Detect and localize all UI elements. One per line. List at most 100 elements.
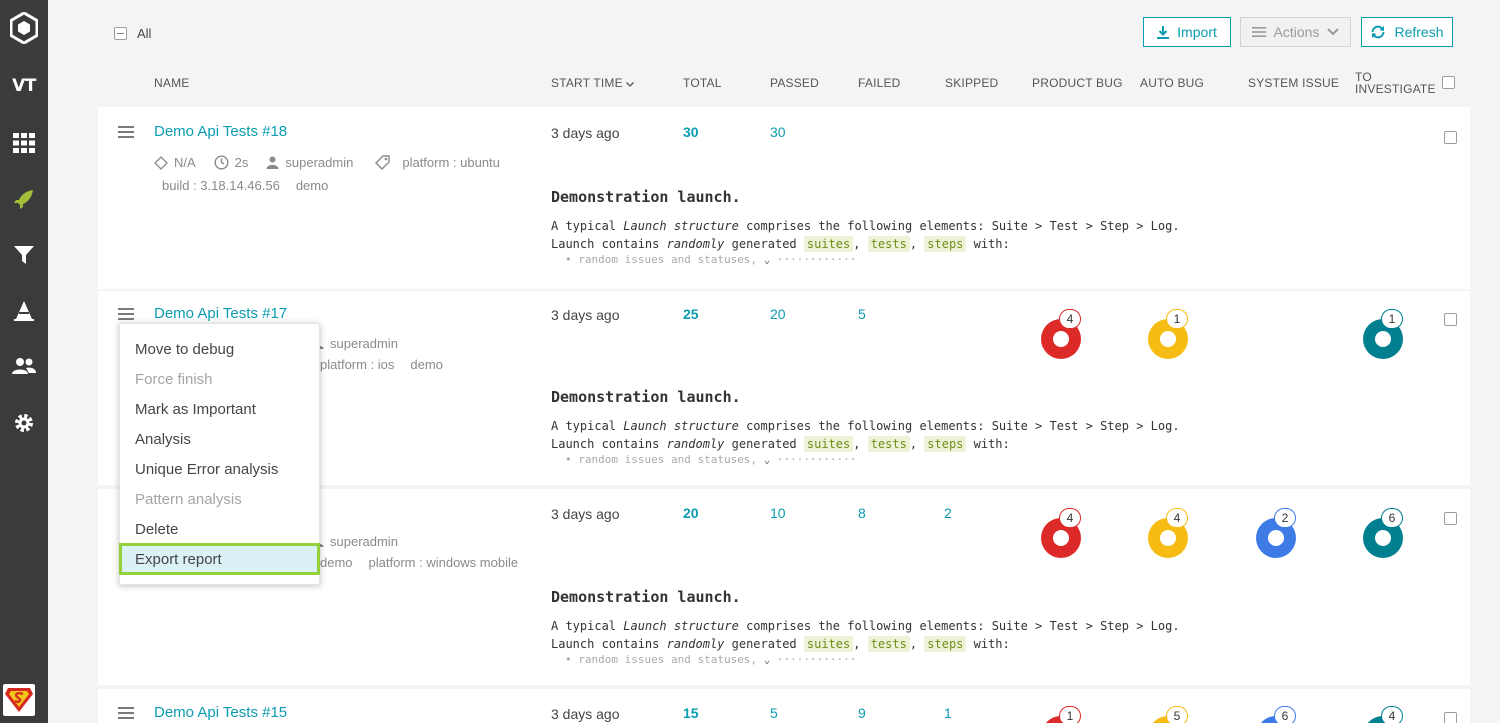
- launch-failed[interactable]: 8: [858, 505, 866, 521]
- to-investigate-chart[interactable]: 4: [1363, 706, 1403, 723]
- auto-bug-chart[interactable]: 4: [1148, 508, 1188, 558]
- to-investigate-chart[interactable]: 6: [1363, 508, 1403, 558]
- launch-checkbox[interactable]: [1444, 131, 1457, 144]
- select-all-checkbox[interactable]: [114, 27, 127, 40]
- system-issue-chart[interactable]: 6: [1256, 706, 1296, 723]
- project-badge[interactable]: VT: [0, 60, 48, 112]
- column-auto-bug[interactable]: AUTO BUG: [1140, 76, 1204, 90]
- launch-failed[interactable]: 5: [858, 306, 866, 322]
- menu-item-unique-error-analysis[interactable]: Unique Error analysis: [120, 454, 319, 484]
- to-investigate-chart[interactable]: 1: [1363, 309, 1403, 359]
- debug-icon[interactable]: [0, 285, 48, 337]
- launch-attributes-line2: build : 3.18.14.46.56 demo: [162, 178, 328, 193]
- launch-menu-icon[interactable]: [118, 308, 134, 320]
- column-product-bug[interactable]: PRODUCT BUG: [1032, 76, 1123, 90]
- menu-item-mark-important[interactable]: Mark as Important: [120, 394, 319, 424]
- table-header: NAME START TIME TOTAL PASSED FAILED SKIP…: [98, 62, 1470, 104]
- column-passed[interactable]: PASSED: [770, 76, 819, 90]
- launch-failed[interactable]: 9: [858, 705, 866, 721]
- sort-down-icon: [626, 82, 635, 87]
- product-bug-chart[interactable]: 1: [1041, 706, 1081, 723]
- launch-passed[interactable]: 5: [770, 705, 778, 721]
- product-bug-chart[interactable]: 4: [1041, 309, 1081, 359]
- launch-attribute-build[interactable]: build : 3.18.14.46.56: [162, 178, 280, 193]
- launch-start-time: 3 days ago: [551, 706, 620, 722]
- menu-item-delete[interactable]: Delete: [120, 514, 319, 544]
- menu-item-export-report[interactable]: Export report: [119, 543, 320, 575]
- refresh-label: Refresh: [1394, 24, 1444, 40]
- header-checkbox[interactable]: [1442, 76, 1455, 89]
- description-line: Launch contains randomly generated suite…: [551, 636, 1010, 652]
- members-icon[interactable]: [0, 340, 48, 392]
- column-to-investigate[interactable]: TO INVESTIGATE: [1355, 71, 1436, 95]
- actions-dropdown[interactable]: Actions: [1240, 17, 1351, 47]
- logo-icon[interactable]: [0, 2, 48, 54]
- launch-skipped[interactable]: 1: [944, 705, 952, 721]
- launch-attribute-demo[interactable]: demo: [410, 357, 443, 372]
- menu-item-analysis[interactable]: Analysis: [120, 424, 319, 454]
- description-line: Launch contains randomly generated suite…: [551, 236, 1010, 252]
- product-bug-chart[interactable]: 4: [1041, 508, 1081, 558]
- launch-row: Demo Api Tests #18 N/A 2s superadmin pla…: [98, 107, 1470, 289]
- user-avatar[interactable]: [3, 684, 35, 716]
- column-failed[interactable]: FAILED: [858, 76, 901, 90]
- launch-total[interactable]: 15: [683, 705, 699, 721]
- launch-start-time: 3 days ago: [551, 125, 620, 141]
- launch-skipped[interactable]: 2: [944, 505, 952, 521]
- launch-checkbox[interactable]: [1444, 712, 1457, 723]
- description-more[interactable]: • random issues and statuses, ⌄ ········…: [565, 653, 1180, 666]
- description-more[interactable]: • random issues and statuses, ⌄ ········…: [565, 253, 1180, 266]
- launch-menu-icon[interactable]: [118, 126, 134, 138]
- launch-name[interactable]: Demo Api Tests #17: [154, 305, 287, 322]
- launch-owner[interactable]: superadmin: [285, 155, 353, 170]
- launch-name[interactable]: Demo Api Tests #15: [154, 704, 287, 721]
- launch-total[interactable]: 30: [683, 124, 699, 140]
- description-more[interactable]: • random issues and statuses, ⌄ ········…: [565, 453, 1180, 466]
- launch-total[interactable]: 25: [683, 306, 699, 322]
- launch-start-time: 3 days ago: [551, 307, 620, 323]
- launch-name[interactable]: Demo Api Tests #18: [154, 123, 287, 140]
- select-all[interactable]: All: [114, 26, 151, 41]
- launch-passed[interactable]: 30: [770, 124, 786, 140]
- launch-owner[interactable]: superadmin: [330, 336, 398, 351]
- column-name[interactable]: NAME: [154, 76, 189, 90]
- launch-duration: 2s: [234, 155, 249, 170]
- launch-attribute[interactable]: platform : windows mobile: [369, 555, 519, 570]
- product-bug-count: 1: [1059, 706, 1081, 723]
- column-start-time[interactable]: START TIME: [551, 76, 635, 90]
- column-total[interactable]: TOTAL: [683, 76, 722, 90]
- launch-owner[interactable]: superadmin: [330, 534, 398, 549]
- sidebar: VT: [0, 0, 48, 723]
- launch-attribute-demo[interactable]: demo: [320, 555, 353, 570]
- column-skipped[interactable]: SKIPPED: [945, 76, 998, 90]
- launch-checkbox[interactable]: [1444, 313, 1457, 326]
- refresh-icon: [1371, 25, 1385, 39]
- launch-attribute[interactable]: platform : ubuntu: [402, 155, 500, 170]
- launch-passed[interactable]: 20: [770, 306, 786, 322]
- launch-attribute[interactable]: platform : ios: [320, 357, 394, 372]
- system-issue-chart[interactable]: 2: [1256, 508, 1296, 558]
- launch-attribute-demo[interactable]: demo: [296, 178, 329, 193]
- select-all-label: All: [137, 26, 152, 41]
- dashboard-icon[interactable]: [0, 117, 48, 169]
- launch-mode: N/A: [174, 155, 196, 170]
- column-system-issue[interactable]: SYSTEM ISSUE: [1248, 76, 1339, 90]
- launch-total[interactable]: 20: [683, 505, 699, 521]
- launch-menu-icon[interactable]: [118, 707, 134, 719]
- menu-lines-icon: [1251, 27, 1266, 37]
- user-icon: [266, 156, 279, 169]
- launch-checkbox[interactable]: [1444, 512, 1457, 525]
- filters-icon[interactable]: [0, 229, 48, 281]
- menu-item-force-finish: Force finish: [135, 370, 213, 388]
- launches-icon[interactable]: [0, 173, 48, 225]
- refresh-button[interactable]: Refresh: [1361, 17, 1453, 47]
- actions-label: Actions: [1273, 24, 1320, 40]
- auto-bug-chart[interactable]: 5: [1148, 706, 1188, 723]
- toolbar: All Import Actions Refresh: [98, 0, 1470, 60]
- settings-icon[interactable]: [0, 397, 48, 449]
- auto-bug-chart[interactable]: 1: [1148, 309, 1188, 359]
- auto-bug-count: 4: [1166, 508, 1188, 528]
- import-button[interactable]: Import: [1143, 17, 1231, 47]
- menu-item-move-to-debug[interactable]: Move to debug: [120, 334, 319, 364]
- launch-passed[interactable]: 10: [770, 505, 786, 521]
